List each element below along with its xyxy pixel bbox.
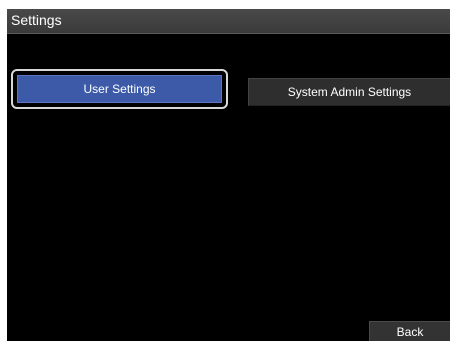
system-admin-settings-button[interactable]: System Admin Settings bbox=[248, 78, 450, 106]
page-title: Settings bbox=[11, 12, 62, 28]
title-bar: Settings bbox=[7, 9, 450, 34]
settings-content: User Settings System Admin Settings Back bbox=[7, 34, 450, 341]
settings-screen: Settings User Settings System Admin Sett… bbox=[7, 9, 450, 341]
back-button[interactable]: Back bbox=[369, 321, 450, 341]
selection-highlight-frame: User Settings bbox=[11, 69, 228, 109]
user-settings-button[interactable]: User Settings bbox=[17, 75, 222, 103]
